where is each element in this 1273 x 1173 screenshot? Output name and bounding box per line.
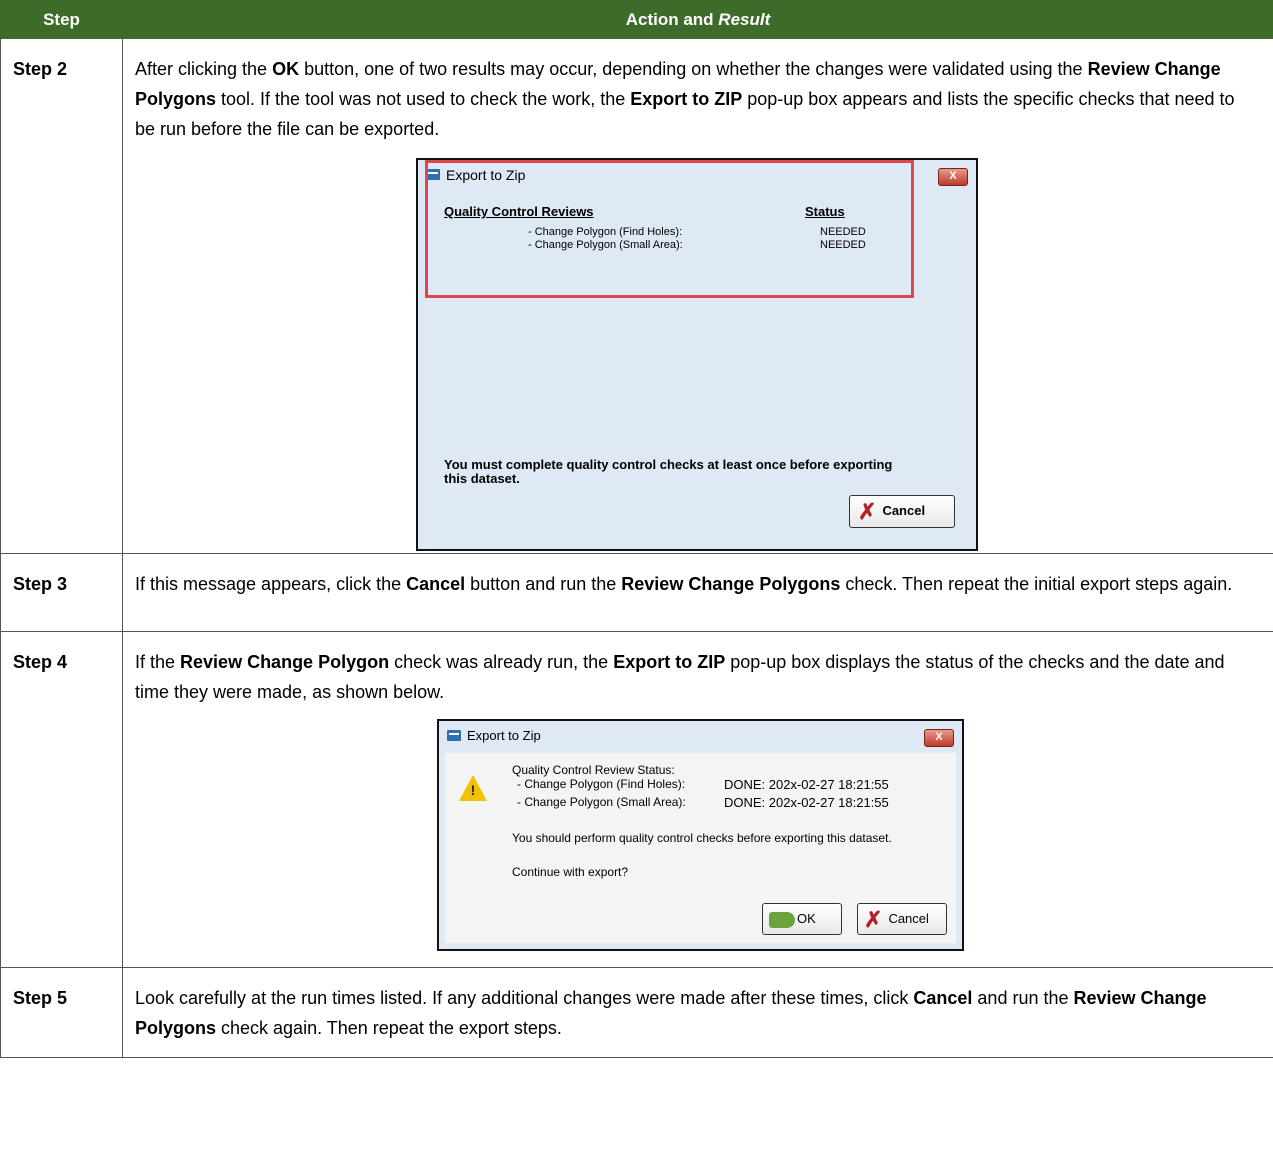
ok-button[interactable]: OK [762,903,842,935]
emphasis-text: Review Change Polygon [180,652,390,672]
step-text: Look carefully at the run times listed. … [135,983,1259,1043]
body-text: button and run the [465,574,622,594]
cancel-button[interactable]: ✗ Cancel [857,903,947,935]
dialog-message: You must complete quality control checks… [444,457,893,486]
close-button[interactable]: X [938,168,968,186]
table-row: Step 2 After clicking the OK button, one… [0,38,1273,554]
export-zip-dialog-needed: Export to Zip X Quality Control Reviews … [416,158,978,551]
step-text: If the Review Change Polygon check was a… [135,647,1259,707]
warning-exclamation-icon: ! [470,782,476,798]
table-row: Step 3 If this message appears, click th… [0,553,1273,632]
header-action: Action and Result [122,0,1273,39]
step-action: If the Review Change Polygon check was a… [122,631,1273,968]
step-action: Look carefully at the run times listed. … [122,967,1273,1058]
app-logo-icon [447,730,461,741]
step-text: If this message appears, click the Cance… [135,569,1259,599]
ok-label: OK [797,911,816,926]
header-action-result: Result [718,9,771,29]
export-zip-dialog-done: Export to Zip X ! Quality Control Review… [437,719,964,951]
step-label: Step 5 [0,967,123,1058]
review-status-heading: Quality Control Review Status: [512,763,675,777]
cancel-button[interactable]: ✗ Cancel [849,495,955,528]
status-header: Status [805,204,845,219]
header-step: Step [0,0,123,39]
emphasis-text: OK [272,59,300,79]
step-label: Step 2 [0,38,123,554]
review-row-status: NEEDED [820,226,866,238]
cancel-x-icon: ✗ [864,906,883,932]
review-row-status: DONE: 202x-02-27 18:21:55 [724,795,889,810]
dialog-body: ! Quality Control Review Status: - Chang… [445,753,956,943]
table-row: Step 5 Look carefully at the run times l… [0,967,1273,1058]
emphasis-text: Review Change Polygons [621,574,841,594]
step-label: Step 3 [0,553,123,632]
body-text: tool. If the tool was not used to check … [216,89,631,109]
dialog-titlebar: Export to Zip X [439,721,962,753]
step-action: After clicking the OK button, one of two… [122,38,1273,554]
header-action-text: Action and [625,9,719,29]
emphasis-text: Cancel [913,988,973,1008]
cancel-label: Cancel [888,911,929,926]
dialog-message: You should perform quality control check… [512,831,892,845]
review-row-name: - Change Polygon (Small Area): [517,795,686,809]
body-text: check again. Then repeat the export step… [216,1018,562,1038]
table-header-row: Step Action and Result [0,0,1273,39]
emphasis-text: Export to ZIP [630,89,743,109]
body-text: check. Then repeat the initial export st… [840,574,1233,594]
step-text: After clicking the OK button, one of two… [135,54,1259,144]
review-row-name: - Change Polygon (Find Holes): [517,777,686,791]
body-text: If this message appears, click the [135,574,407,594]
review-row-name: - Change Polygon (Small Area): [528,239,683,251]
body-text: button, one of two results may occur, de… [299,59,1088,79]
body-text: Look carefully at the run times listed. … [135,988,914,1008]
steps-table: Step Action and Result Step 2 After clic… [0,0,1273,1058]
cancel-label: Cancel [882,503,926,518]
step-label: Step 4 [0,631,123,968]
review-row-status: NEEDED [820,239,866,251]
qc-reviews-header: Quality Control Reviews [444,204,594,219]
body-text: If the [135,652,181,672]
emphasis-text: Cancel [406,574,466,594]
review-row-name: - Change Polygon (Find Holes): [528,226,683,238]
body-text: After clicking the [135,59,273,79]
dialog-title: Export to Zip [467,728,541,743]
body-text: check was already run, the [389,652,614,672]
step-action: If this message appears, click the Cance… [122,553,1273,632]
table-row: Step 4 If the Review Change Polygon chec… [0,631,1273,968]
review-row-status: DONE: 202x-02-27 18:21:55 [724,777,889,792]
cancel-x-icon: ✗ [858,498,877,524]
ok-arrow-icon [769,911,795,928]
close-button[interactable]: X [924,729,954,747]
dialog-question: Continue with export? [512,865,629,879]
body-text: and run the [972,988,1074,1008]
emphasis-text: Export to ZIP [613,652,726,672]
